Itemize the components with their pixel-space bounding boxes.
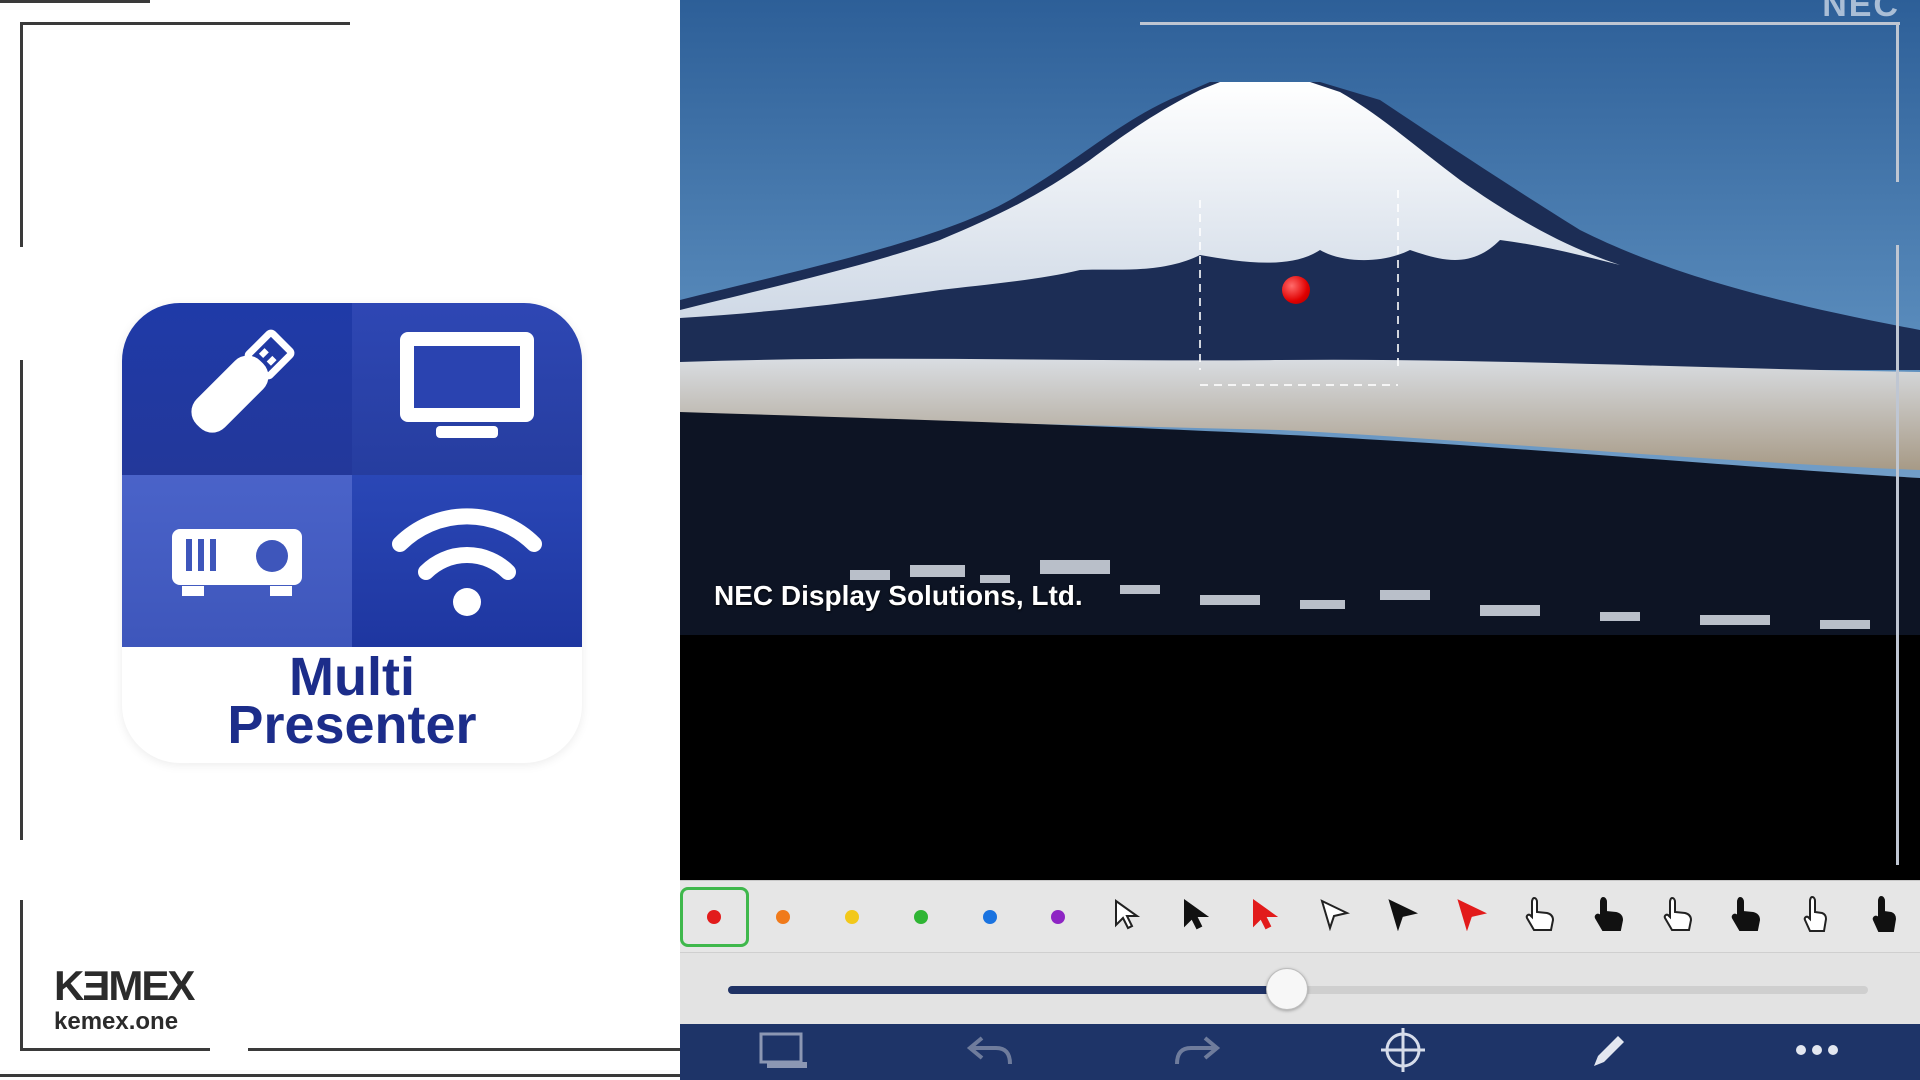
pointer-option-arrow-white-icon[interactable]: [1093, 887, 1162, 947]
pointer-option-hand-open-black-icon[interactable]: [1712, 887, 1781, 947]
slider-fill: [728, 986, 1287, 994]
redo-icon: [1173, 1032, 1221, 1073]
slider-track[interactable]: [728, 968, 1868, 1010]
video-frame: Multi Presenter KƎMEX kemex.one NEC NEC …: [0, 0, 1920, 1080]
size-slider-bar: [680, 952, 1920, 1024]
pointer-option-purple-dot[interactable]: [1024, 887, 1093, 947]
pointer-style-bar: [680, 880, 1920, 952]
kemex-url: kemex.one: [54, 1008, 179, 1035]
blue-dot-icon: [982, 909, 997, 924]
pointer-option-yellow-dot[interactable]: [818, 887, 887, 947]
presenter-screen: NEC NEC Display Solutions, Ltd.: [680, 0, 1920, 1080]
hand-point-black-icon: [1589, 894, 1629, 939]
finger-black-icon: [1869, 894, 1899, 939]
pointer-option-hand-point-white-icon[interactable]: [1506, 887, 1575, 947]
mount-fuji-photo: NEC NEC Display Solutions, Ltd.: [680, 0, 1920, 635]
left-panel: Multi Presenter KƎMEX kemex.one: [0, 0, 680, 1080]
arrow-black-icon: [1179, 897, 1213, 936]
triangle-white-icon: [1317, 897, 1351, 936]
pen-icon: [1588, 1028, 1632, 1077]
triangle-red-icon: [1454, 897, 1488, 936]
app-name-line1: Multi: [289, 647, 415, 707]
usb-drive-icon: [162, 312, 312, 467]
more-icon: [1793, 1043, 1841, 1061]
frame-line: [20, 900, 23, 1050]
monitor-icon: [392, 322, 542, 457]
hand-open-white-icon: [1658, 894, 1698, 939]
frame-line: [1140, 22, 1900, 25]
finger-white-icon: [1800, 894, 1830, 939]
pen-button[interactable]: [1580, 1027, 1640, 1077]
bottom-nav-bar: [680, 1024, 1920, 1080]
pointer-option-orange-dot[interactable]: [749, 887, 818, 947]
projector-icon: [162, 504, 312, 619]
multipresenter-app-icon: Multi Presenter: [122, 303, 582, 763]
redo-button[interactable]: [1167, 1027, 1227, 1077]
arrow-white-icon: [1110, 897, 1144, 936]
pointer-option-triangle-black-icon[interactable]: [1368, 887, 1437, 947]
pointer-option-arrow-red-icon[interactable]: [1230, 887, 1299, 947]
projector-tile: [122, 475, 352, 647]
frame-line: [248, 1048, 680, 1051]
frame-line: [0, 1074, 680, 1077]
undo-button[interactable]: [960, 1027, 1020, 1077]
orange-dot-icon: [776, 909, 791, 924]
triangle-black-icon: [1385, 897, 1419, 936]
kemex-logo: KƎMEX: [54, 962, 195, 1009]
frame-line: [20, 360, 23, 840]
arrow-red-icon: [1248, 897, 1282, 936]
yellow-dot-icon: [844, 909, 859, 924]
frame-line: [20, 1048, 210, 1051]
screen-select-button[interactable]: [753, 1027, 813, 1077]
pointer-option-triangle-red-icon[interactable]: [1437, 887, 1506, 947]
wifi-icon: [392, 494, 542, 629]
app-name-line2: Presenter: [227, 695, 477, 755]
red-dot-icon: [707, 909, 722, 924]
pointer-option-finger-black-icon[interactable]: [1850, 887, 1919, 947]
hand-point-white-icon: [1520, 894, 1560, 939]
wifi-tile: [352, 475, 582, 647]
frame-line: [0, 0, 150, 3]
pointer-option-blue-dot[interactable]: [955, 887, 1024, 947]
pointer-option-hand-open-white-icon[interactable]: [1643, 887, 1712, 947]
pointer-target-button[interactable]: [1373, 1027, 1433, 1077]
pointer-option-triangle-white-icon[interactable]: [1299, 887, 1368, 947]
more-button[interactable]: [1787, 1027, 1847, 1077]
pointer-option-red-dot[interactable]: [680, 886, 749, 947]
screen-select-icon: [757, 1030, 809, 1075]
monitor-tile: [352, 303, 582, 475]
green-dot-icon: [913, 909, 928, 924]
hand-open-black-icon: [1726, 894, 1766, 939]
pointer-option-hand-point-black-icon[interactable]: [1574, 887, 1643, 947]
usb-tile: [122, 303, 352, 475]
pointer-option-finger-white-icon[interactable]: [1781, 887, 1850, 947]
app-name: Multi Presenter: [122, 647, 582, 755]
red-laser-pointer: [1282, 276, 1310, 304]
frame-line: [1896, 245, 1899, 865]
pointer-option-arrow-black-icon[interactable]: [1162, 887, 1231, 947]
slider-thumb[interactable]: [1265, 968, 1308, 1010]
pointer-target-icon: [1379, 1026, 1427, 1079]
undo-icon: [966, 1032, 1014, 1073]
purple-dot-icon: [1051, 909, 1066, 924]
pointer-option-green-dot[interactable]: [886, 887, 955, 947]
frame-line: [20, 22, 350, 25]
photo-caption: NEC Display Solutions, Ltd.: [714, 580, 1083, 611]
frame-line: [1896, 22, 1899, 182]
frame-line: [20, 22, 23, 247]
